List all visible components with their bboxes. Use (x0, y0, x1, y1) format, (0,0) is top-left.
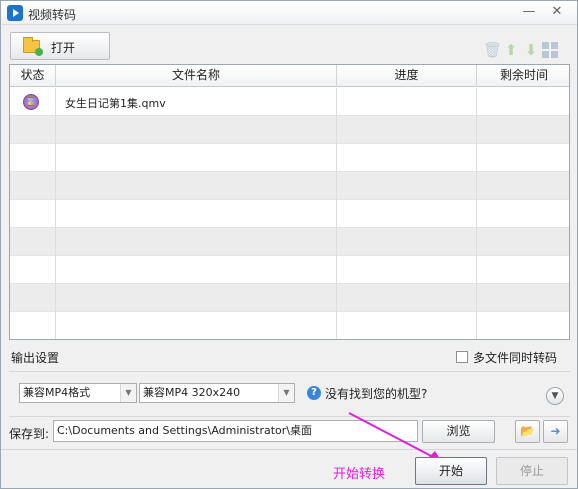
grid-icon[interactable] (542, 42, 558, 58)
close-button[interactable]: ✕ (547, 3, 567, 21)
help-icon[interactable]: ? (307, 386, 321, 400)
stop-button[interactable]: 停止 (496, 457, 568, 485)
table-row (10, 144, 569, 172)
trash-icon[interactable]: 🗑 (483, 42, 502, 58)
bottom-bar (1, 449, 577, 488)
annotation-text: 开始转换 (333, 467, 386, 482)
file-table: 状态 文件名称 进度 剩余时间 ⌛ 女生日记第1集.qmv (9, 64, 570, 340)
folder-open-icon: 📂 (520, 424, 535, 438)
progress-cell (337, 88, 477, 116)
toolbar: 打开 🗑 ⬆ ⬇ (1, 26, 577, 64)
name-cell: 女生日记第1集.qmv (56, 88, 337, 116)
format-select-value: 兼容MP4格式 (23, 386, 91, 399)
chevron-down-icon: ▼ (120, 384, 136, 402)
multi-file-label[interactable]: 多文件同时转码 (473, 349, 557, 366)
table-row (10, 256, 569, 284)
table-header: 状态 文件名称 进度 剩余时间 (10, 65, 569, 87)
app-icon (7, 5, 23, 21)
resolution-select-value: 兼容MP4 320x240 (143, 386, 241, 399)
resolution-select[interactable]: 兼容MP4 320x240 ▼ (139, 383, 295, 403)
open-button[interactable]: 打开 (10, 32, 110, 60)
chevron-down-icon: ▼ (278, 384, 294, 402)
status-cell: ⌛ (10, 88, 56, 116)
save-to-label: 保存到: (9, 427, 50, 441)
format-select[interactable]: 兼容MP4格式 ▼ (19, 383, 137, 403)
device-help-link[interactable]: 没有找到您的机型? (325, 385, 427, 402)
hourglass-icon: ⌛ (23, 94, 39, 110)
table-row (10, 172, 569, 200)
table-row (10, 312, 569, 339)
video-transcode-window: 视频转码 — ✕ 打开 🗑 ⬆ ⬇ 状态 文件名称 进度 剩余时间 ⌛ 女生日记… (0, 0, 578, 489)
column-header-progress[interactable]: 进度 (337, 65, 477, 87)
folder-add-icon (23, 37, 43, 56)
export-icon: ➜ (550, 424, 561, 438)
open-button-label: 打开 (51, 41, 76, 55)
table-row (10, 116, 569, 144)
expand-settings-button[interactable]: ▼ (546, 387, 564, 405)
minimize-button[interactable]: — (519, 3, 539, 21)
table-row[interactable]: ⌛ 女生日记第1集.qmv (10, 88, 569, 116)
arrow-down-icon[interactable]: ⬇ (523, 42, 539, 58)
column-header-status[interactable]: 状态 (10, 65, 56, 87)
file-name: 女生日记第1集.qmv (65, 97, 166, 110)
table-row (10, 284, 569, 312)
table-row (10, 228, 569, 256)
export-button[interactable]: ➜ (543, 420, 568, 443)
output-settings-label: 输出设置 (11, 351, 60, 365)
output-settings-panel: 兼容MP4格式 ▼ 兼容MP4 320x240 ▼ ? 没有找到您的机型? ▼ (9, 371, 570, 417)
start-button[interactable]: 开始 (415, 457, 487, 485)
table-row (10, 200, 569, 228)
multi-file-checkbox[interactable] (456, 351, 468, 363)
column-header-remaining[interactable]: 剩余时间 (477, 65, 569, 87)
column-header-name[interactable]: 文件名称 (56, 65, 337, 87)
window-title: 视频转码 (28, 8, 77, 22)
remaining-cell (477, 88, 569, 116)
title-bar: 视频转码 — ✕ (1, 1, 577, 25)
open-folder-button[interactable]: 📂 (515, 420, 540, 443)
arrow-up-icon[interactable]: ⬆ (503, 42, 519, 58)
